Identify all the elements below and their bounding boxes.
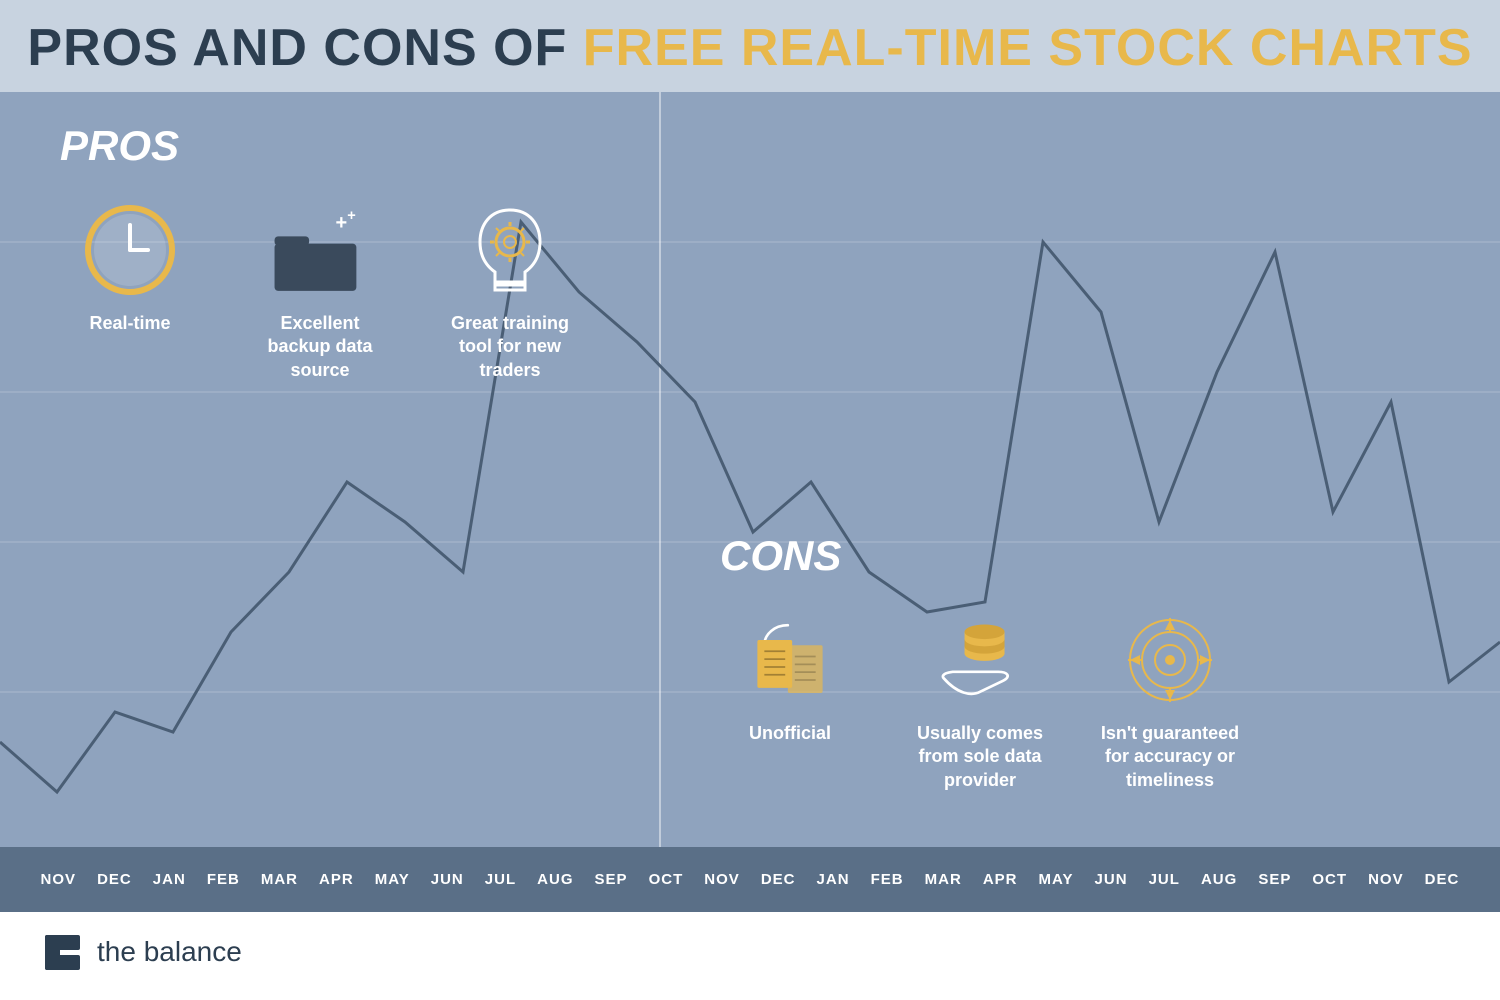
month-label: MAR xyxy=(925,871,962,888)
title-dark: PROS AND CONS OF xyxy=(27,19,567,77)
document-icon-wrapper xyxy=(740,610,840,710)
cons-item-unofficial: Unofficial xyxy=(720,610,860,745)
cons-item-sole-provider-label: Usually comes from sole data provider xyxy=(910,722,1050,792)
pros-item-training: Great training tool for new traders xyxy=(440,200,580,382)
svg-text:+: + xyxy=(347,208,356,224)
month-label: MAY xyxy=(1039,871,1074,888)
month-label: SEP xyxy=(595,871,628,888)
folder-icon: + + xyxy=(270,205,370,295)
cons-section: CONS xyxy=(720,532,1470,792)
month-label: NOV xyxy=(704,871,740,888)
footer: the balance xyxy=(0,912,1500,992)
clock-icon xyxy=(83,203,178,298)
month-label: AUG xyxy=(537,871,573,888)
pros-item-backup-label: Excellent backup data source xyxy=(250,312,390,382)
logo-text: the balance xyxy=(97,936,242,968)
month-label: JUN xyxy=(431,871,464,888)
folder-icon-wrapper: + + xyxy=(270,200,370,300)
month-label: APR xyxy=(983,871,1018,888)
cons-label: CONS xyxy=(720,532,1470,580)
clock-icon-wrapper xyxy=(80,200,180,300)
cons-item-accuracy-label: Isn't guaranteed for accuracy or timelin… xyxy=(1100,722,1240,792)
pros-label: PROS xyxy=(60,122,640,170)
month-label: OCT xyxy=(649,871,684,888)
cons-item-sole-provider: Usually comes from sole data provider xyxy=(910,610,1050,792)
pros-item-realtime: Real-time xyxy=(60,200,200,335)
document-icon xyxy=(740,615,840,705)
logo-area: the balance xyxy=(40,930,242,975)
pros-icons-row: Real-time + + Excellent backup data sour… xyxy=(60,200,640,382)
month-label: NOV xyxy=(1368,871,1404,888)
month-label: DEC xyxy=(1425,871,1460,888)
header: PROS AND CONS OF FREE REAL-TIME STOCK CH… xyxy=(0,0,1500,92)
title-gold: FREE REAL-TIME STOCK CHARTS xyxy=(583,19,1473,77)
target-icon-wrapper xyxy=(1120,610,1220,710)
month-label: NOV xyxy=(41,871,77,888)
month-label: JUN xyxy=(1095,871,1128,888)
pros-item-training-label: Great training tool for new traders xyxy=(440,312,580,382)
cons-item-unofficial-label: Unofficial xyxy=(749,722,831,745)
month-label: MAR xyxy=(261,871,298,888)
month-label: MAY xyxy=(375,871,410,888)
pros-item-realtime-label: Real-time xyxy=(89,312,170,335)
brain-icon xyxy=(465,200,555,300)
month-label: FEB xyxy=(871,871,904,888)
month-label: APR xyxy=(319,871,354,888)
month-bar: NOV DEC JAN FEB MAR APR MAY JUN JUL AUG SEP OCT NOV D… xyxy=(0,847,1500,912)
coins-icon-wrapper xyxy=(930,610,1030,710)
target-icon xyxy=(1120,615,1220,705)
month-label: JAN xyxy=(153,871,186,888)
cons-icons-row: Unofficial xyxy=(720,610,1470,792)
month-label: JAN xyxy=(817,871,850,888)
month-label: DEC xyxy=(761,871,796,888)
logo-icon xyxy=(40,930,85,975)
month-label: JUL xyxy=(1149,871,1180,888)
month-label: AUG xyxy=(1201,871,1237,888)
month-label: SEP xyxy=(1258,871,1291,888)
cons-item-accuracy: Isn't guaranteed for accuracy or timelin… xyxy=(1100,610,1240,792)
month-label: DEC xyxy=(97,871,132,888)
main-content: PROS Real-time xyxy=(0,92,1500,912)
pros-item-backup: + + Excellent backup data source xyxy=(250,200,390,382)
month-label: JUL xyxy=(485,871,516,888)
svg-text:+: + xyxy=(335,212,347,234)
coins-icon xyxy=(930,615,1030,705)
brain-icon-wrapper xyxy=(460,200,560,300)
pros-section: PROS Real-time xyxy=(60,122,640,382)
month-label: FEB xyxy=(207,871,240,888)
month-label: OCT xyxy=(1312,871,1347,888)
